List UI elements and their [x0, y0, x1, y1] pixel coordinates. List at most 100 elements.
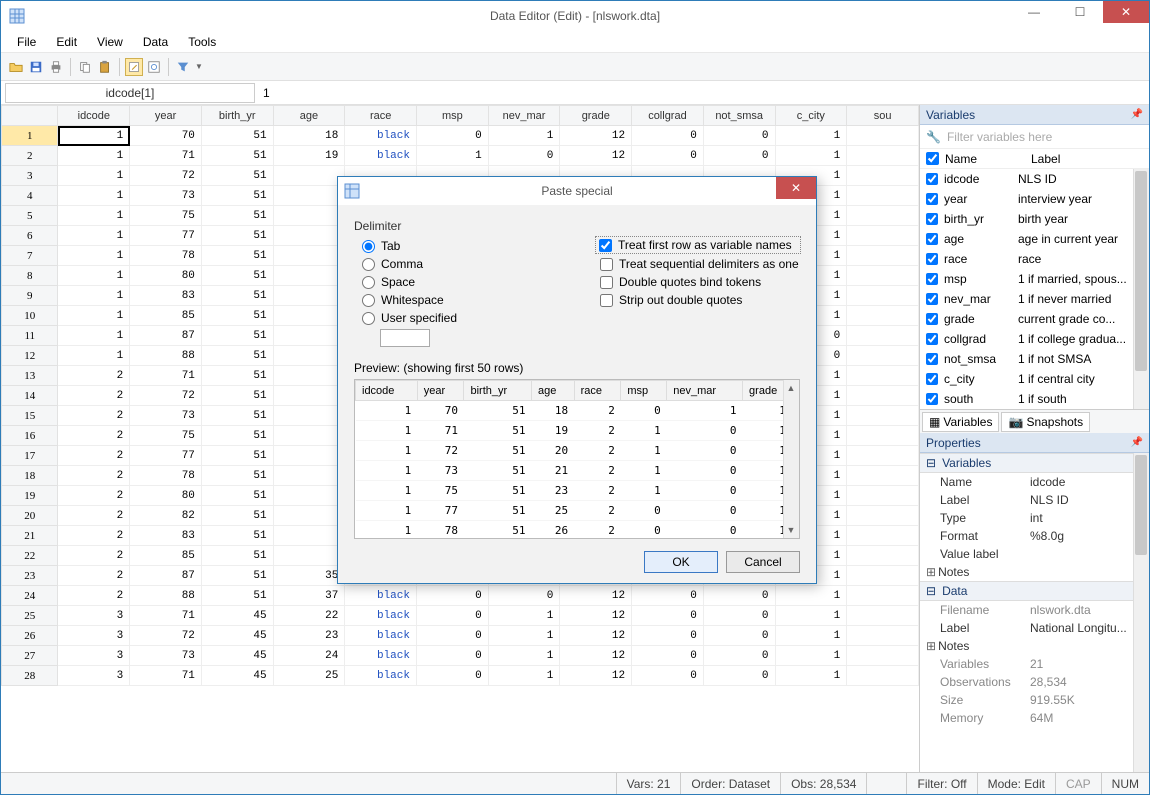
- data-cell[interactable]: [847, 326, 919, 346]
- data-cell[interactable]: [847, 546, 919, 566]
- property-row[interactable]: Filenamenlswork.dta: [920, 601, 1149, 619]
- data-cell[interactable]: [847, 466, 919, 486]
- data-cell[interactable]: 51: [201, 486, 273, 506]
- variables-header-checkbox[interactable]: [926, 152, 939, 165]
- data-cell[interactable]: [273, 226, 345, 246]
- variable-row[interactable]: south1 if south: [920, 389, 1149, 409]
- data-cell[interactable]: black: [345, 586, 417, 606]
- variable-checkbox[interactable]: [926, 393, 938, 405]
- data-cell[interactable]: 0: [703, 626, 775, 646]
- data-cell[interactable]: [273, 406, 345, 426]
- column-header[interactable]: sou: [847, 106, 919, 126]
- data-cell[interactable]: [847, 306, 919, 326]
- data-cell[interactable]: [273, 306, 345, 326]
- data-cell[interactable]: 1: [488, 646, 560, 666]
- ok-button[interactable]: OK: [644, 551, 718, 573]
- variable-checkbox[interactable]: [926, 253, 938, 265]
- data-cell[interactable]: [273, 366, 345, 386]
- pin-icon[interactable]: 📌: [1131, 437, 1149, 448]
- data-cell[interactable]: 83: [130, 286, 202, 306]
- data-cell[interactable]: 71: [130, 666, 202, 686]
- scroll-down-icon[interactable]: ▼: [783, 522, 799, 538]
- data-cell[interactable]: 1: [58, 166, 130, 186]
- data-cell[interactable]: 12: [560, 646, 632, 666]
- data-cell[interactable]: [847, 586, 919, 606]
- option-checkbox[interactable]: [600, 276, 613, 289]
- property-row[interactable]: Value label: [920, 545, 1149, 563]
- row-header[interactable]: 22: [2, 546, 58, 566]
- data-cell[interactable]: 2: [58, 486, 130, 506]
- row-header[interactable]: 9: [2, 286, 58, 306]
- data-cell[interactable]: 80: [130, 486, 202, 506]
- data-cell[interactable]: 45: [201, 646, 273, 666]
- data-cell[interactable]: 3: [58, 626, 130, 646]
- data-cell[interactable]: 12: [560, 666, 632, 686]
- data-cell[interactable]: [273, 386, 345, 406]
- copy-icon[interactable]: [76, 58, 94, 76]
- variable-checkbox[interactable]: [926, 293, 938, 305]
- dialog-close-button[interactable]: ✕: [776, 177, 816, 199]
- data-cell[interactable]: [847, 346, 919, 366]
- data-cell[interactable]: 51: [201, 186, 273, 206]
- row-header[interactable]: 8: [2, 266, 58, 286]
- data-cell[interactable]: [847, 166, 919, 186]
- option-checkbox[interactable]: [600, 258, 613, 271]
- data-cell[interactable]: [847, 406, 919, 426]
- data-cell[interactable]: 78: [130, 246, 202, 266]
- data-cell[interactable]: [273, 546, 345, 566]
- data-cell[interactable]: 12: [560, 626, 632, 646]
- property-row[interactable]: LabelNLS ID: [920, 491, 1149, 509]
- data-cell[interactable]: 75: [130, 206, 202, 226]
- data-cell[interactable]: 73: [130, 406, 202, 426]
- variable-row[interactable]: yearinterview year: [920, 189, 1149, 209]
- data-cell[interactable]: [273, 266, 345, 286]
- data-cell[interactable]: black: [345, 646, 417, 666]
- column-header[interactable]: msp: [417, 106, 489, 126]
- data-cell[interactable]: 51: [201, 406, 273, 426]
- variables-header-name[interactable]: Name: [945, 152, 1025, 166]
- data-cell[interactable]: 85: [130, 306, 202, 326]
- data-cell[interactable]: 1: [488, 126, 560, 146]
- data-cell[interactable]: 0: [417, 586, 489, 606]
- data-cell[interactable]: [273, 506, 345, 526]
- data-cell[interactable]: 2: [58, 546, 130, 566]
- data-cell[interactable]: 0: [417, 666, 489, 686]
- column-header[interactable]: birth_yr: [201, 106, 273, 126]
- row-header[interactable]: 12: [2, 346, 58, 366]
- expand-icon[interactable]: ⊞: [926, 639, 936, 653]
- variable-checkbox[interactable]: [926, 333, 938, 345]
- variable-checkbox[interactable]: [926, 173, 938, 185]
- data-cell[interactable]: 3: [58, 646, 130, 666]
- data-cell[interactable]: 18: [273, 126, 345, 146]
- filter-icon[interactable]: [174, 58, 192, 76]
- row-header[interactable]: 11: [2, 326, 58, 346]
- data-cell[interactable]: [273, 326, 345, 346]
- data-cell[interactable]: [847, 246, 919, 266]
- variable-row[interactable]: idcodeNLS ID: [920, 169, 1149, 189]
- data-cell[interactable]: 51: [201, 586, 273, 606]
- data-cell[interactable]: [847, 646, 919, 666]
- data-cell[interactable]: 22: [273, 606, 345, 626]
- row-header[interactable]: 20: [2, 506, 58, 526]
- row-header[interactable]: 27: [2, 646, 58, 666]
- variable-row[interactable]: collgrad1 if college gradua...: [920, 329, 1149, 349]
- data-cell[interactable]: [273, 466, 345, 486]
- data-cell[interactable]: 2: [58, 386, 130, 406]
- column-header[interactable]: race: [345, 106, 417, 126]
- property-row[interactable]: Memory64M: [920, 709, 1149, 727]
- user-specified-input[interactable]: [380, 329, 430, 347]
- prop-section-data[interactable]: ⊟Data: [920, 581, 1149, 601]
- data-cell[interactable]: 1: [58, 326, 130, 346]
- data-cell[interactable]: 0: [703, 146, 775, 166]
- data-cell[interactable]: 45: [201, 626, 273, 646]
- data-cell[interactable]: [847, 506, 919, 526]
- delimiter-radio-row[interactable]: Comma: [354, 257, 562, 271]
- data-cell[interactable]: [847, 666, 919, 686]
- data-cell[interactable]: 1: [58, 346, 130, 366]
- data-cell[interactable]: [847, 206, 919, 226]
- row-header[interactable]: 23: [2, 566, 58, 586]
- variables-header-label[interactable]: Label: [1031, 152, 1060, 166]
- paste-icon[interactable]: [96, 58, 114, 76]
- property-row[interactable]: LabelNational Longitu...: [920, 619, 1149, 637]
- data-cell[interactable]: [273, 446, 345, 466]
